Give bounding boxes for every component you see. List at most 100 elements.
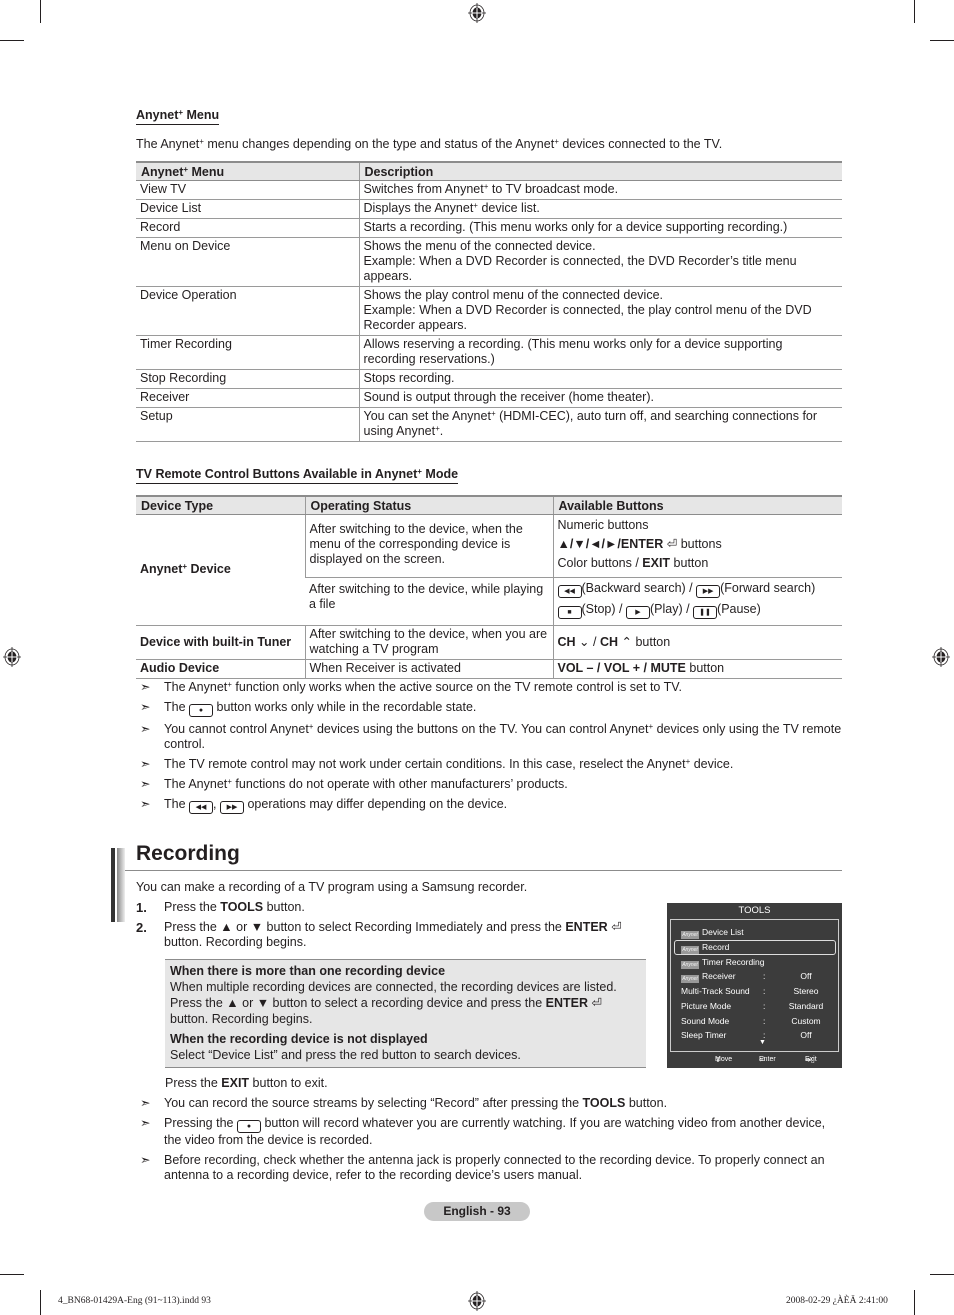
osd-title: TOOLS [738,905,771,916]
note-item: ➣ The Anynet+ functions do not operate wi… [140,777,568,791]
crop-mark [40,1290,41,1315]
note-arrow-icon: ➣ [140,797,151,811]
recording-intro: You can make a recording of a TV program… [136,880,528,894]
osd-menu-panel: Anynet Device List Anynet Record Anynet Tim… [670,919,839,1052]
recording-title: Recording [136,842,240,865]
column-header: Description [358,161,842,181]
record-button-icon: ● [236,1120,261,1133]
exit-instruction: Press the EXIT button to exit. [165,1076,328,1090]
file-slug-right: 2008-02-29 ¿ÀÈÄ 2:41:00 [786,1296,888,1306]
page-number-badge: English - 93 [424,1202,530,1221]
table-row: Device with built-in Tuner After switchi… [136,625,842,660]
anynet-logo-icon: Anynet [681,931,699,939]
table-row: Device Operation Shows the play control m… [136,286,842,336]
column-header: Anynet+ Menu [136,161,359,181]
anynet-logo-icon: Anynet [681,946,699,954]
stop-button-icon: ■ [557,606,582,619]
table-row: Anynet+ Device After switching to the de… [136,514,842,626]
divider [125,870,842,871]
superscript-plus: + [182,562,188,571]
osd-footer: ⇕ Move ⏎ Enter ➔▯ Exit [715,1056,817,1064]
play-button-icon: ▶ [625,606,650,619]
osd-item: Sound Mode: Custom [681,1016,821,1026]
section-marker-bar [111,848,125,922]
table-row: Audio Device When Receiver is activated … [136,659,842,679]
enter-icon: ⏎ [666,537,678,551]
superscript-plus: + [308,722,314,731]
table-row: Receiver Sound is output through the rece… [136,388,842,408]
registration-mark-icon [468,3,486,23]
superscript-plus: + [435,424,440,433]
tools-osd-screenshot: TOOLS Anynet Device List Anynet Record Any… [667,903,842,1068]
registration-mark-icon [468,1291,486,1311]
osd-item: Anynet Device List [681,927,744,939]
superscript-plus: + [227,680,232,689]
rewind-button-icon: ◀◀ [557,585,582,598]
enter-icon: ⏎ [611,920,622,934]
fast-forward-button-icon: ▶▶ [696,585,721,598]
remote-buttons-table: Device Type Operating Status Available B… [136,495,842,679]
chevron-down-icon: ⌄ [579,634,590,649]
note-arrow-icon: ➣ [140,700,151,714]
crop-mark [40,0,41,23]
record-button-icon: ● [189,704,214,717]
anynet-logo-icon: Anynet [681,961,699,969]
crop-mark [0,40,24,41]
step-2: 2. Press the ▲ or ▼ button to select Rec… [136,920,622,949]
recording-info-box: When there is more than one recording de… [165,959,646,1068]
file-slug-left: 4_BN68-01429A-Eng (91~113).indd 93 [58,1296,211,1306]
table-row: Timer Recording Allows reserving a record… [136,335,842,370]
table-row: View TV Switches from Anynet+ to TV broad… [136,180,842,200]
enter-icon: ⏎ [591,996,602,1010]
superscript-plus: + [183,165,189,174]
rewind-button-icon: ◀◀ [189,801,214,814]
note-arrow-icon: ➣ [140,757,151,771]
table-row: Menu on Device Shows the menu of the conn… [136,237,842,287]
note-arrow-icon: ➣ [140,680,151,694]
superscript-plus: + [490,409,496,418]
superscript-plus: + [483,182,489,191]
table-row: Setup You can set the Anynet+ (HDMI-CEC),… [136,407,842,442]
note-item: ➣ The TV remote control may not work unde… [140,757,734,771]
note-item: ➣ Pressing the ● button will record whate… [140,1116,826,1147]
fast-forward-button-icon: ▶▶ [219,801,244,814]
note-item: ➣ The ◀◀, ▶▶ operations may differ depend… [136,797,842,814]
note-arrow-icon: ➣ [140,1096,151,1110]
anynet-menu-heading: Anynet+ Menu [136,108,220,125]
note-arrow-icon: ➣ [140,722,151,736]
note-arrow-icon: ➣ [140,777,151,791]
anynet-menu-table: Anynet+ Menu Description View TV Switches… [136,161,842,442]
table-row: Record Starts a recording. (This menu wor… [136,218,842,238]
note-item: ➣ You can record the source streams by se… [140,1096,668,1110]
osd-item: Anynet Timer Recording [681,957,765,969]
superscript-plus: + [227,777,232,786]
crop-mark [930,40,954,41]
scroll-down-arrow-icon: ▼ [759,1039,766,1046]
anynet-menu-intro: The Anynet+ menu changes depending on th… [136,137,723,151]
crop-mark [914,0,915,23]
osd-item: Multi-Track Sound: Stereo [681,986,819,996]
table-row: Stop Recording Stops recording. [136,369,842,389]
superscript-plus: + [685,757,691,766]
superscript-plus: + [473,201,478,210]
note-item: ➣ You cannot control Anynet+ devices usin… [140,722,842,751]
osd-item: Anynet Receiver: Off [681,971,812,983]
step-1: 1. Press the TOOLS button. [136,900,305,915]
registration-mark-icon [932,647,950,667]
recording-notes: ➣ You can record the source streams by se… [136,1096,842,1188]
osd-item-selected: Anynet Record [681,942,730,954]
column-header: Available Buttons [552,495,842,515]
superscript-plus: + [648,722,654,731]
anynet-logo-icon: Anynet [681,975,699,983]
note-item: ➣ The ● button works only while in the re… [136,700,842,717]
column-header: Device Type [136,495,305,515]
anynet-notes: ➣ The Anynet+ function only works when th… [136,680,842,819]
crop-mark [930,1274,954,1275]
note-item: ➣ Before recording, check whether the ant… [140,1153,825,1182]
chevron-up-icon: ⌃ [621,634,632,649]
osd-item: Picture Mode: Standard [681,1001,824,1011]
remote-buttons-heading: TV Remote Control Buttons Available in A… [136,467,459,484]
note-arrow-icon: ➣ [140,1153,151,1167]
note-arrow-icon: ➣ [140,1116,151,1130]
table-row: Device List Displays the Anynet+ device l… [136,199,842,219]
